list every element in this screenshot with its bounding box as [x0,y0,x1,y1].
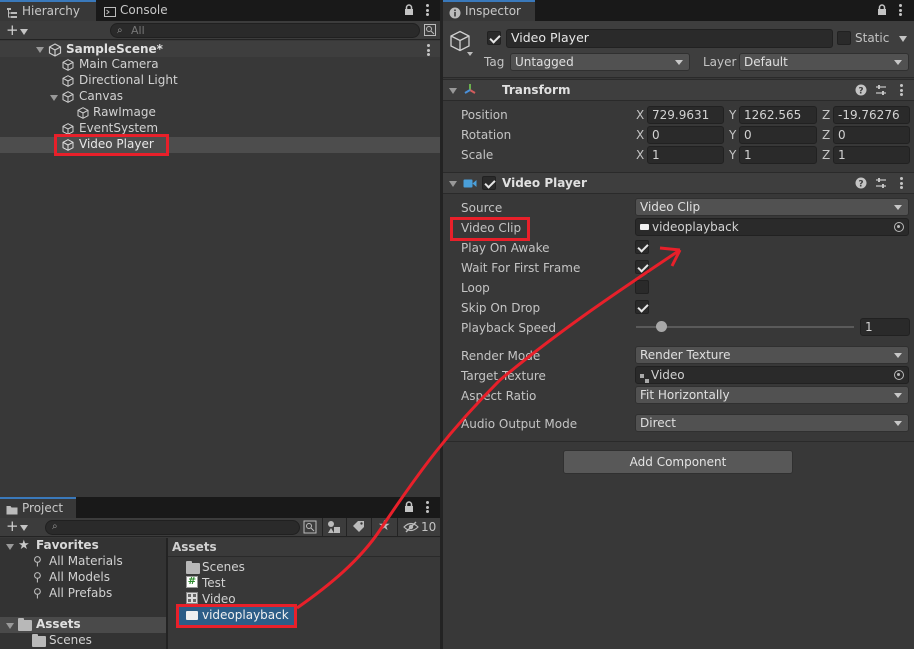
annotation-arrow [296,246,682,610]
